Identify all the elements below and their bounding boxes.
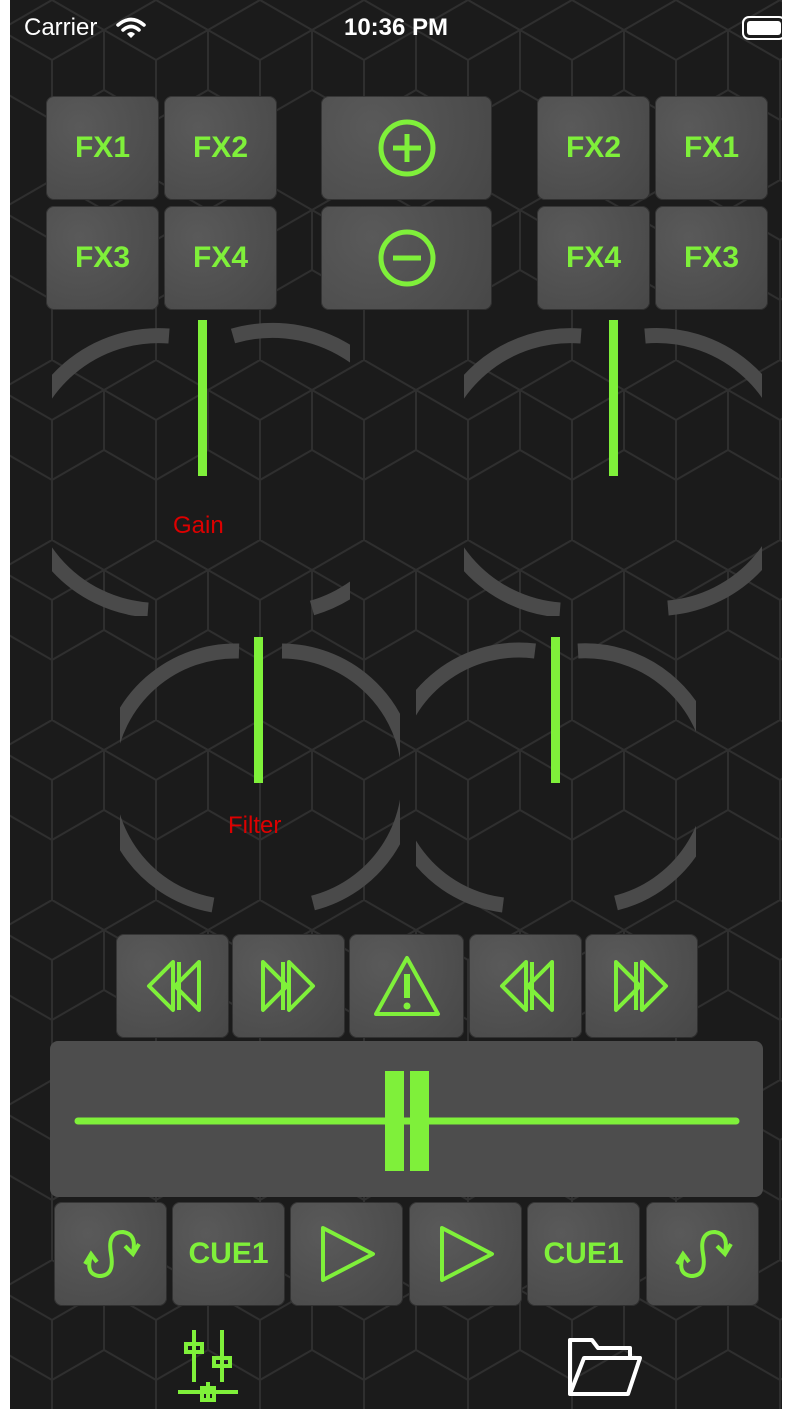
right-rewind-button[interactable]: [469, 934, 582, 1038]
folder-icon[interactable]: [566, 1334, 642, 1398]
warning-icon: [373, 956, 440, 1016]
right-fx1-button[interactable]: FX1: [655, 96, 768, 200]
play-icon: [439, 1226, 494, 1282]
clock: 10:36 PM: [343, 14, 449, 41]
left-fast-forward-button[interactable]: [232, 934, 345, 1038]
mixer-sliders-icon[interactable]: [174, 1326, 242, 1404]
fast-forward-icon: [613, 960, 668, 1012]
crossfader[interactable]: [50, 1041, 763, 1197]
left-fx4-button[interactable]: FX4: [164, 206, 277, 310]
left-filter-knob[interactable]: [120, 635, 400, 915]
battery-icon: [742, 16, 786, 40]
filter-label: Filter: [228, 812, 282, 839]
left-gain-knob[interactable]: [52, 318, 350, 616]
minus-circle-icon: [378, 229, 435, 287]
right-fast-forward-button[interactable]: [585, 934, 698, 1038]
left-fx1-button[interactable]: FX1: [46, 96, 159, 200]
right-fx2-button[interactable]: FX2: [537, 96, 650, 200]
plus-circle-icon: [378, 119, 435, 177]
warning-button[interactable]: [349, 934, 464, 1038]
loop-icon: [674, 1229, 733, 1279]
play-icon: [320, 1226, 375, 1282]
gain-label: Gain: [173, 512, 224, 539]
rewind-icon: [146, 960, 201, 1012]
loop-icon: [82, 1229, 141, 1279]
right-play-button[interactable]: [409, 1202, 522, 1306]
right-filter-knob[interactable]: [416, 635, 696, 915]
fast-forward-icon: [260, 960, 315, 1012]
rewind-icon: [499, 960, 554, 1012]
left-play-button[interactable]: [290, 1202, 403, 1306]
remove-button[interactable]: [321, 206, 492, 310]
crossfader-track: [74, 1071, 740, 1171]
right-loop-button[interactable]: [646, 1202, 759, 1306]
status-bar: Carrier 10:36 PM: [0, 0, 792, 62]
add-button[interactable]: [321, 96, 492, 200]
right-fx3-button[interactable]: FX3: [655, 206, 768, 310]
left-loop-button[interactable]: [54, 1202, 167, 1306]
right-gain-knob[interactable]: [464, 318, 762, 616]
left-rewind-button[interactable]: [116, 934, 229, 1038]
left-cue1-button[interactable]: CUE1: [172, 1202, 285, 1306]
right-fx4-button[interactable]: FX4: [537, 206, 650, 310]
left-fx2-button[interactable]: FX2: [164, 96, 277, 200]
left-fx3-button[interactable]: FX3: [46, 206, 159, 310]
right-cue1-button[interactable]: CUE1: [527, 1202, 640, 1306]
